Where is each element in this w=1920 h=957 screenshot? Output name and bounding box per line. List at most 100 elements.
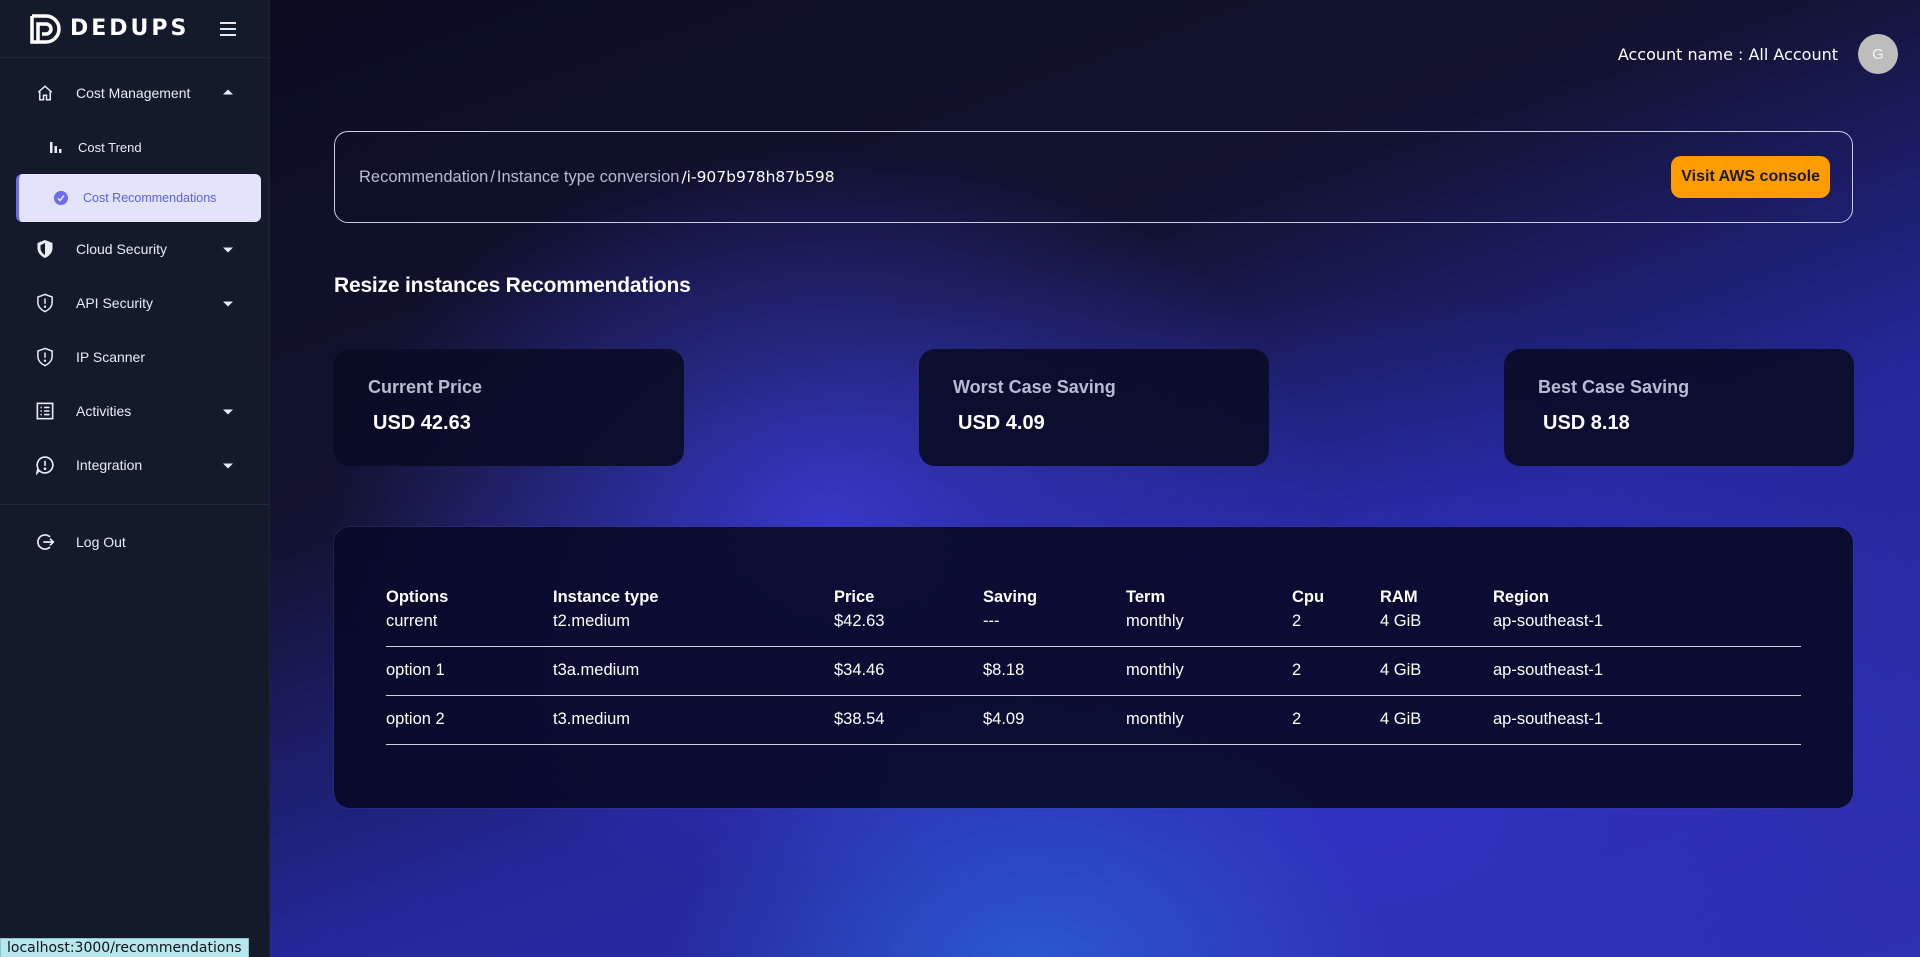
table-cell: t2.medium bbox=[553, 612, 834, 647]
avatar[interactable]: G bbox=[1858, 34, 1898, 74]
account-name: Account name : All Account bbox=[1617, 44, 1838, 64]
visit-aws-console-button[interactable]: Visit AWS console bbox=[1671, 156, 1830, 198]
menu-toggle-icon[interactable] bbox=[215, 16, 241, 42]
sidebar: DEDUPS Cost Management Cost Trend Cost R… bbox=[0, 0, 270, 957]
brand-bar: DEDUPS bbox=[0, 0, 269, 58]
table-cell: $4.09 bbox=[983, 695, 1126, 745]
list-icon bbox=[34, 400, 56, 422]
chat-alert-icon bbox=[34, 454, 56, 476]
table-cell: $42.63 bbox=[834, 612, 983, 647]
breadcrumb-item-instance-type-conversion[interactable]: Instance type conversion bbox=[497, 168, 680, 187]
sidebar-item-cloud-security[interactable]: Cloud Security bbox=[0, 222, 269, 276]
chevron-up-icon bbox=[223, 89, 233, 95]
table-cell: 2 bbox=[1292, 612, 1380, 647]
column-header: Options bbox=[386, 587, 449, 606]
table-cell: current bbox=[386, 612, 553, 647]
table-cell: 4 GiB bbox=[1380, 612, 1493, 647]
table-cell: $8.18 bbox=[983, 646, 1126, 696]
column-header: Saving bbox=[983, 587, 1038, 606]
shield-filled-icon bbox=[34, 238, 56, 260]
table-cell: ap-southeast-1 bbox=[1493, 612, 1801, 647]
sidebar-item-ip-scanner[interactable]: IP Scanner bbox=[0, 330, 269, 384]
column-header: Term bbox=[1126, 587, 1166, 606]
table-header-row: Options Instance type Price Saving Term … bbox=[386, 582, 1801, 612]
table-cell: option 2 bbox=[386, 695, 553, 745]
sidebar-item-cost-management[interactable]: Cost Management bbox=[0, 66, 269, 120]
recommendations-table-card: Options Instance type Price Saving Term … bbox=[334, 527, 1853, 808]
sidebar-item-cost-trend[interactable]: Cost Trend bbox=[0, 120, 269, 174]
breadcrumb-current: /i-907b978h87b598 bbox=[681, 168, 835, 186]
main-content: Account name : All Account G Recommendat… bbox=[270, 0, 1920, 957]
sidebar-item-label: Log Out bbox=[76, 534, 126, 550]
table-cell: --- bbox=[983, 612, 1126, 647]
column-header: RAM bbox=[1380, 587, 1418, 606]
table-cell: monthly bbox=[1126, 612, 1292, 647]
card-label: Current Price bbox=[368, 377, 483, 397]
sidebar-item-label: Integration bbox=[76, 457, 143, 473]
sidebar-item-api-security[interactable]: API Security bbox=[0, 276, 269, 330]
sidebar-item-activities[interactable]: Activities bbox=[0, 384, 269, 438]
logout-icon bbox=[34, 531, 56, 553]
table-cell: $38.54 bbox=[834, 695, 983, 745]
sidebar-item-label: Activities bbox=[76, 403, 132, 419]
recommendation-icon bbox=[53, 190, 69, 206]
column-header: Instance type bbox=[553, 587, 659, 606]
section-title: Resize instances Recommendations bbox=[334, 274, 691, 297]
best-case-saving-card: Best Case Saving USD 8.18 bbox=[1504, 349, 1854, 466]
sidebar-divider bbox=[0, 504, 269, 505]
home-icon bbox=[34, 82, 56, 104]
table-cell: 2 bbox=[1292, 695, 1380, 745]
column-header: Cpu bbox=[1292, 587, 1325, 606]
sidebar-item-label: Cloud Security bbox=[76, 241, 168, 257]
breadcrumb: Recommendation / Instance type conversio… bbox=[359, 168, 835, 187]
card-value: USD 8.18 bbox=[1543, 412, 1630, 434]
chevron-down-icon bbox=[223, 409, 233, 415]
worst-case-saving-card: Worst Case Saving USD 4.09 bbox=[919, 349, 1269, 466]
sidebar-item-label: Cost Trend bbox=[78, 139, 142, 155]
chevron-down-icon bbox=[223, 301, 233, 307]
table-cell: 2 bbox=[1292, 646, 1380, 696]
topbar: Account name : All Account G bbox=[1618, 34, 1898, 74]
table-row: option 2 t3.medium $38.54 $4.09 monthly … bbox=[386, 695, 1801, 745]
card-value: USD 42.63 bbox=[373, 412, 471, 434]
sidebar-item-cost-recommendations[interactable]: Cost Recommendations bbox=[16, 174, 261, 222]
table-cell: ap-southeast-1 bbox=[1493, 646, 1801, 696]
brand-name: DEDUPS bbox=[70, 16, 190, 41]
column-header: Region bbox=[1493, 587, 1549, 606]
table-cell: option 1 bbox=[386, 646, 553, 696]
logo-icon bbox=[30, 13, 61, 44]
shield-alert-icon bbox=[34, 346, 56, 368]
recommendations-table: Options Instance type Price Saving Term … bbox=[386, 582, 1801, 745]
sidebar-item-label: API Security bbox=[76, 295, 154, 311]
shield-alert-icon bbox=[34, 292, 56, 314]
chevron-down-icon bbox=[223, 463, 233, 469]
breadcrumb-separator: / bbox=[490, 167, 495, 186]
table-cell: t3.medium bbox=[553, 695, 834, 745]
sidebar-item-integration[interactable]: Integration bbox=[0, 438, 269, 492]
current-price-card: Current Price USD 42.63 bbox=[334, 349, 684, 466]
logo[interactable]: DEDUPS bbox=[28, 12, 189, 46]
card-label: Worst Case Saving bbox=[953, 377, 1116, 397]
column-header: Price bbox=[834, 587, 875, 606]
table-cell: ap-southeast-1 bbox=[1493, 695, 1801, 745]
table-row: option 1 t3a.medium $34.46 $8.18 monthly… bbox=[386, 646, 1801, 696]
table-row: current t2.medium $42.63 --- monthly 2 4… bbox=[386, 612, 1801, 647]
sidebar-item-label: Cost Management bbox=[76, 85, 191, 101]
sidebar-item-label: IP Scanner bbox=[76, 349, 146, 365]
breadcrumb-item-recommendation[interactable]: Recommendation bbox=[359, 168, 488, 187]
sidebar-item-logout[interactable]: Log Out bbox=[0, 515, 269, 569]
table-cell: 4 GiB bbox=[1380, 646, 1493, 696]
table-cell: $34.46 bbox=[834, 646, 983, 696]
chevron-down-icon bbox=[223, 247, 233, 253]
table-cell: 4 GiB bbox=[1380, 695, 1493, 745]
breadcrumb-bar: Recommendation / Instance type conversio… bbox=[334, 131, 1853, 223]
bar-chart-icon bbox=[48, 139, 64, 155]
table-cell: monthly bbox=[1126, 646, 1292, 696]
card-value: USD 4.09 bbox=[958, 412, 1045, 434]
table-cell: monthly bbox=[1126, 695, 1292, 745]
sidebar-item-label: Cost Recommendations bbox=[83, 191, 217, 205]
table-cell: t3a.medium bbox=[553, 646, 834, 696]
card-label: Best Case Saving bbox=[1538, 377, 1690, 397]
status-url: localhost:3000/recommendations bbox=[0, 938, 249, 957]
sidebar-nav: Cost Management Cost Trend Cost Recommen… bbox=[0, 58, 269, 569]
